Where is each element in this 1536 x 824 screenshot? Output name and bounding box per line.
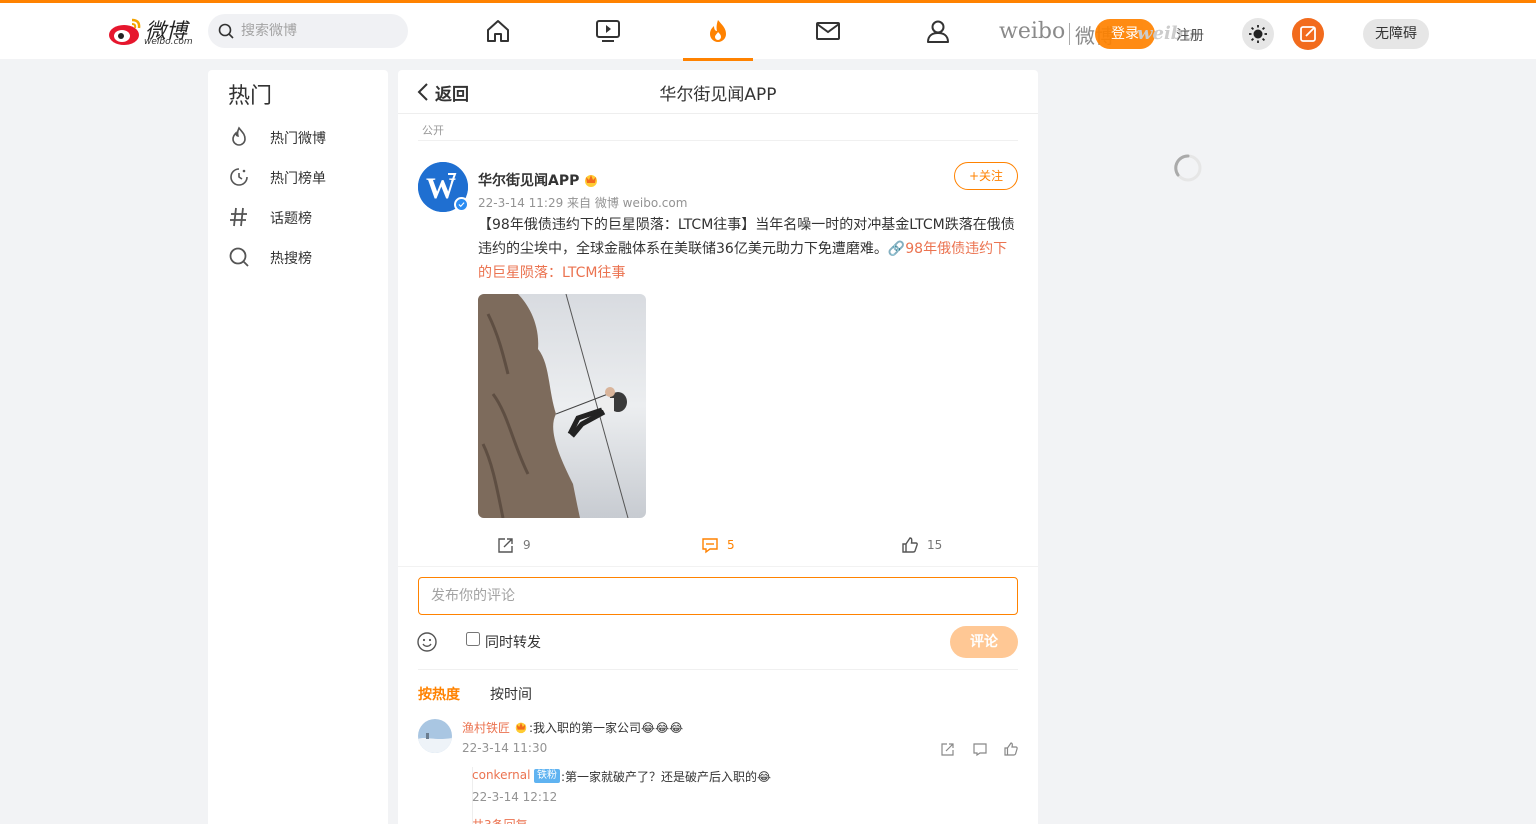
register-link[interactable]: 注册 <box>1176 25 1204 45</box>
back-button[interactable]: 返回 <box>435 80 469 105</box>
message-icon[interactable] <box>814 17 842 45</box>
thumbs-up-icon[interactable] <box>1003 741 1019 757</box>
visibility-label: 公开 <box>422 124 444 137</box>
author-name[interactable]: 华尔街见闻APP <box>478 170 579 190</box>
verified-badge-icon <box>454 197 469 212</box>
left-sidebar: 热门 热门微博 热门榜单 话题榜 热搜榜 <box>208 70 388 824</box>
commenter-name[interactable]: 渔村铁匠 <box>462 719 510 736</box>
comment-icon <box>702 538 718 554</box>
search-icon <box>229 247 249 267</box>
sidebar-item-hot-weibo[interactable]: 热门微博 <box>228 122 378 152</box>
sort-by-time-tab[interactable]: 按时间 <box>490 684 532 704</box>
fan-badge: 铁粉 <box>534 769 560 783</box>
sidebar-item-label: 热门榜单 <box>270 171 326 187</box>
comment-time: 22-3-14 11:30 <box>462 741 548 755</box>
hot-icon[interactable] <box>704 17 732 45</box>
sidebar-title: 热门 <box>228 84 273 109</box>
clock-icon <box>230 168 248 186</box>
active-tab-indicator <box>683 58 753 61</box>
divider <box>398 566 1038 567</box>
like-count: 15 <box>927 538 943 552</box>
weibo-brand-text: weibo <box>999 19 1066 44</box>
theme-toggle-button[interactable] <box>1242 18 1274 50</box>
rock-climber-image <box>478 294 646 518</box>
loading-spinner-icon <box>1174 154 1202 182</box>
comment-count: 5 <box>727 538 735 552</box>
comment-icon[interactable] <box>972 741 988 757</box>
brand-divider <box>1069 23 1070 45</box>
profile-icon[interactable] <box>924 17 952 45</box>
sidebar-item-topics[interactable]: 话题榜 <box>228 202 378 232</box>
repost-checkbox[interactable] <box>466 632 480 646</box>
post-content: 【98年俄债违约下的巨星陨落：LTCM往事】当年名噪一时的对冲基金LTCM跌落在… <box>478 213 1018 285</box>
repost-count: 9 <box>523 538 531 552</box>
sidebar-item-hot-list[interactable]: 热门榜单 <box>228 162 378 192</box>
follow-button[interactable]: +关注 <box>954 162 1018 190</box>
logo-subtext: weibo.com <box>144 37 193 47</box>
reply-text: :第一家就破产了？还是破产后入职的😂 <box>561 770 772 784</box>
comment-input[interactable] <box>418 577 1018 615</box>
more-replies-link[interactable]: 共3条回复 <box>472 816 528 824</box>
member-crown-icon <box>585 175 597 187</box>
share-icon <box>498 538 513 553</box>
sort-by-hot-tab[interactable]: 按热度 <box>418 684 460 704</box>
sun-icon <box>1249 25 1267 43</box>
svg-text:W: W <box>426 172 456 205</box>
sidebar-item-label: 话题榜 <box>270 211 312 227</box>
sidebar-item-label: 热搜榜 <box>270 251 312 267</box>
submit-comment-button[interactable]: 评论 <box>950 626 1018 658</box>
link-icon: 🔗 <box>887 241 906 257</box>
home-icon[interactable] <box>484 17 512 45</box>
member-crown-icon <box>515 722 527 734</box>
search-icon <box>218 23 234 39</box>
divider <box>418 669 1018 670</box>
accessibility-button[interactable]: 无障碍 <box>1363 19 1429 49</box>
hashtag-icon <box>230 207 247 227</box>
thumbs-up-icon <box>902 537 918 553</box>
post-meta: 22-3-14 11:29 来自 微博 weibo.com <box>478 196 688 210</box>
back-arrow-icon[interactable] <box>416 82 430 102</box>
post-detail-panel: 华尔街见闻APP 返回 公开 W 华尔街见闻APP 22-3-14 11:29 … <box>398 70 1038 824</box>
flame-icon <box>232 126 246 146</box>
reply-author-name[interactable]: conkernal <box>472 768 530 782</box>
sidebar-item-hot-search[interactable]: 热搜榜 <box>228 242 378 272</box>
video-icon[interactable] <box>594 17 622 45</box>
comment-text: :我入职的第一家公司😂😂😂 <box>529 721 684 735</box>
search-input[interactable] <box>241 14 401 48</box>
edit-icon <box>1300 26 1316 42</box>
post-image[interactable] <box>478 294 646 518</box>
reply-time: 22-3-14 12:12 <box>472 790 558 804</box>
search-box[interactable] <box>208 14 408 48</box>
sidebar-item-label: 热门微博 <box>270 131 326 147</box>
commenter-avatar[interactable] <box>418 719 452 753</box>
share-icon[interactable] <box>940 741 956 757</box>
repost-checkbox-label: 同时转发 <box>485 635 541 651</box>
snow-landscape-image <box>418 719 452 753</box>
emoji-icon[interactable] <box>416 631 438 653</box>
detail-title: 华尔街见闻APP <box>659 85 777 105</box>
detail-header: 华尔街见闻APP 返回 <box>398 70 1038 114</box>
top-navbar: 微博 weibo.com weibo 微博 登录 weibo 注册 <box>0 0 1536 61</box>
compose-button[interactable] <box>1292 18 1324 50</box>
divider <box>418 140 1018 141</box>
